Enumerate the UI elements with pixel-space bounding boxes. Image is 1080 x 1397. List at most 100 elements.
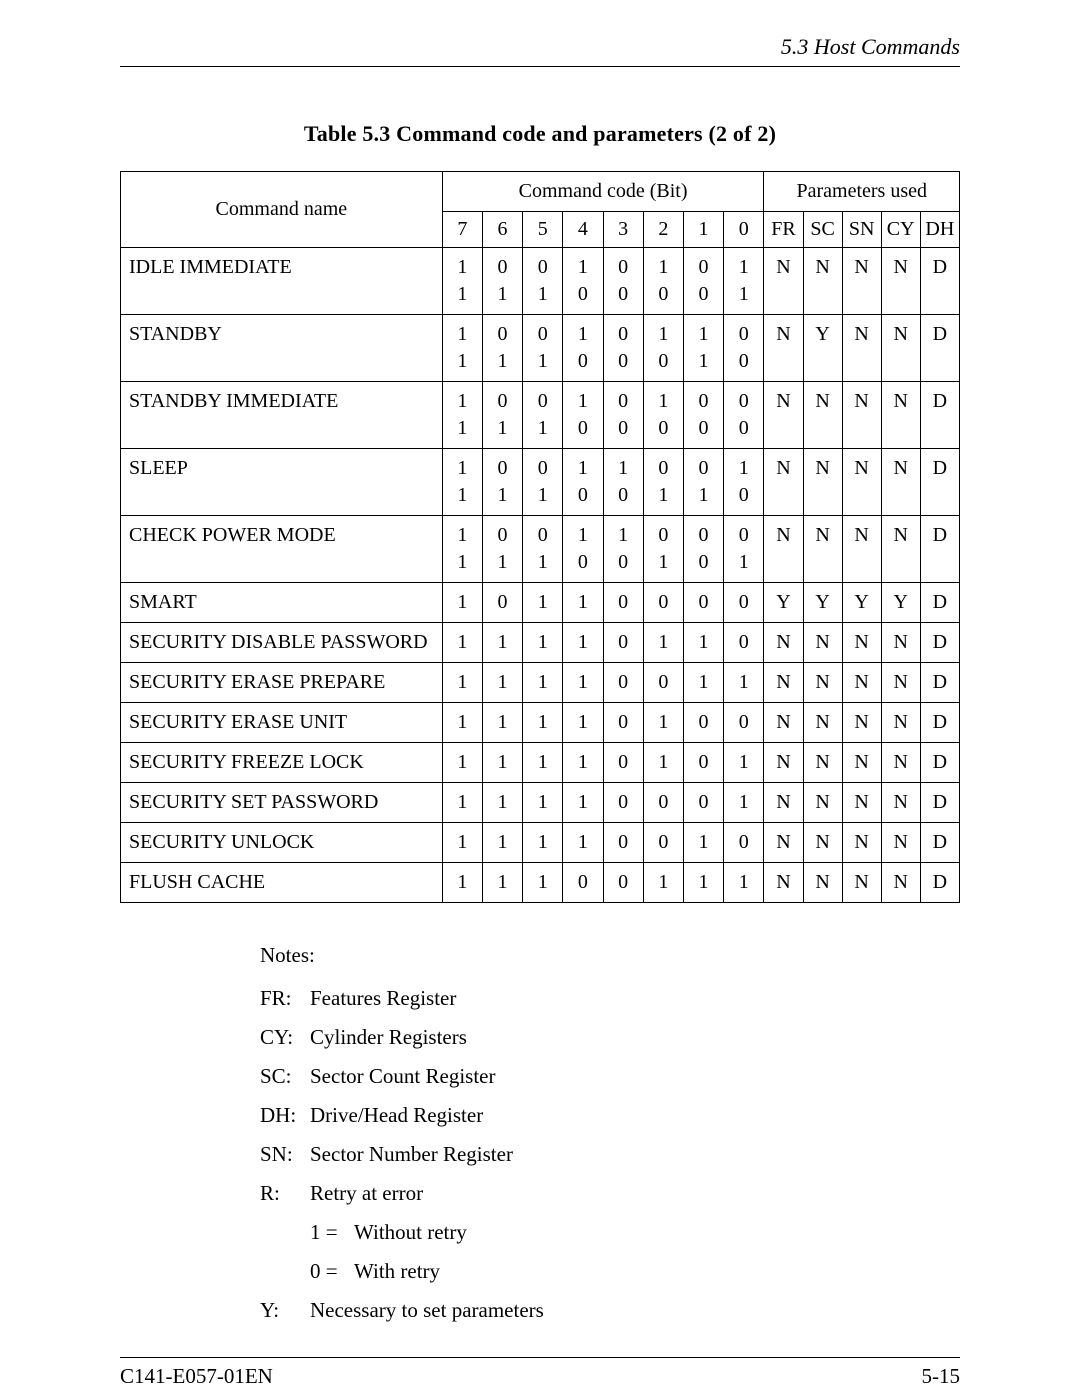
cell-bit: 1 bbox=[442, 863, 482, 903]
cell-param: N bbox=[881, 516, 920, 583]
cell-bit: 10 bbox=[643, 248, 683, 315]
cell-param: D bbox=[920, 315, 959, 382]
cell-bit: 0 bbox=[683, 743, 723, 783]
cell-param: N bbox=[842, 315, 881, 382]
cell-command-name: FLUSH CACHE bbox=[121, 863, 443, 903]
cell-param: N bbox=[764, 663, 803, 703]
th-bit-2: 2 bbox=[643, 212, 683, 248]
cell-param: D bbox=[920, 783, 959, 823]
cell-bit: 01 bbox=[482, 516, 522, 583]
cell-param: D bbox=[920, 823, 959, 863]
cell-bit: 0 bbox=[683, 583, 723, 623]
cell-param: N bbox=[764, 823, 803, 863]
cell-bit: 0 bbox=[724, 583, 764, 623]
notes-block: Notes: FR:Features RegisterCY:Cylinder R… bbox=[260, 943, 960, 1337]
th-bit-1: 1 bbox=[683, 212, 723, 248]
cell-bit: 1 bbox=[724, 863, 764, 903]
cell-bit: 11 bbox=[442, 315, 482, 382]
cell-command-name: SECURITY UNLOCK bbox=[121, 823, 443, 863]
cell-param: N bbox=[803, 449, 842, 516]
cell-bit: 01 bbox=[724, 516, 764, 583]
cell-command-name: IDLE IMMEDIATE bbox=[121, 248, 443, 315]
cell-bit: 00 bbox=[683, 382, 723, 449]
cell-param: N bbox=[764, 783, 803, 823]
th-command-name: Command name bbox=[121, 172, 443, 248]
cell-param: N bbox=[842, 516, 881, 583]
cell-param: N bbox=[764, 449, 803, 516]
cell-param: N bbox=[881, 863, 920, 903]
cell-bit: 10 bbox=[643, 382, 683, 449]
cell-param: D bbox=[920, 516, 959, 583]
cell-bit: 0 bbox=[643, 823, 683, 863]
cell-param: N bbox=[764, 248, 803, 315]
th-param-cy: CY bbox=[881, 212, 920, 248]
cell-bit: 1 bbox=[683, 823, 723, 863]
cell-bit: 11 bbox=[442, 449, 482, 516]
cell-bit: 1 bbox=[442, 623, 482, 663]
cell-command-name: SECURITY ERASE PREPARE bbox=[121, 663, 443, 703]
cell-param: N bbox=[881, 382, 920, 449]
cell-param: N bbox=[881, 823, 920, 863]
cell-param: N bbox=[881, 743, 920, 783]
cell-bit: 1 bbox=[523, 863, 563, 903]
th-bit-3: 3 bbox=[603, 212, 643, 248]
cell-bit: 10 bbox=[603, 516, 643, 583]
cell-bit: 0 bbox=[603, 863, 643, 903]
cell-param: Y bbox=[842, 583, 881, 623]
cell-command-name: SECURITY ERASE UNIT bbox=[121, 703, 443, 743]
cell-bit: 11 bbox=[442, 248, 482, 315]
cell-bit: 0 bbox=[563, 863, 603, 903]
cell-bit: 10 bbox=[603, 449, 643, 516]
th-bit-0: 0 bbox=[724, 212, 764, 248]
cell-command-name: SECURITY SET PASSWORD bbox=[121, 783, 443, 823]
cell-param: N bbox=[764, 516, 803, 583]
cell-bit: 01 bbox=[523, 315, 563, 382]
cell-param: D bbox=[920, 703, 959, 743]
cell-bit: 1 bbox=[683, 663, 723, 703]
cell-bit: 1 bbox=[563, 663, 603, 703]
table-row: SECURITY DISABLE PASSWORD11110110NNNND bbox=[121, 623, 960, 663]
cell-bit: 00 bbox=[724, 315, 764, 382]
cell-param: N bbox=[881, 449, 920, 516]
cell-bit: 1 bbox=[563, 583, 603, 623]
cell-bit: 1 bbox=[563, 783, 603, 823]
notes-label: Notes: bbox=[260, 943, 960, 968]
th-bit-4: 4 bbox=[563, 212, 603, 248]
cell-bit: 00 bbox=[603, 315, 643, 382]
note-key: R: bbox=[260, 1181, 310, 1206]
cell-command-name: SECURITY DISABLE PASSWORD bbox=[121, 623, 443, 663]
cell-bit: 0 bbox=[724, 823, 764, 863]
cell-bit: 1 bbox=[523, 623, 563, 663]
cell-bit: 0 bbox=[482, 583, 522, 623]
table-row: STANDBY1101011000101100NYNND bbox=[121, 315, 960, 382]
cell-bit: 0 bbox=[683, 703, 723, 743]
note-key: SN: bbox=[260, 1142, 310, 1167]
cell-param: N bbox=[803, 516, 842, 583]
cell-bit: 01 bbox=[523, 516, 563, 583]
cell-param: N bbox=[764, 623, 803, 663]
table-row: STANDBY IMMEDIATE1101011000100000NNNND bbox=[121, 382, 960, 449]
cell-command-name: SLEEP bbox=[121, 449, 443, 516]
cell-param: N bbox=[803, 623, 842, 663]
cell-param: N bbox=[842, 248, 881, 315]
cell-bit: 11 bbox=[442, 382, 482, 449]
cell-param: D bbox=[920, 743, 959, 783]
cell-param: N bbox=[803, 863, 842, 903]
cell-param: N bbox=[881, 248, 920, 315]
cell-bit: 1 bbox=[563, 623, 603, 663]
cell-bit: 1 bbox=[643, 623, 683, 663]
page-header: 5.3 Host Commands bbox=[120, 30, 960, 67]
note-value: Necessary to set parameters bbox=[310, 1298, 544, 1323]
cell-param: N bbox=[764, 743, 803, 783]
table-row: CHECK POWER MODE1101011010010001NNNND bbox=[121, 516, 960, 583]
note-sub-row: 0 =With retry bbox=[310, 1259, 960, 1284]
note-value: Features Register bbox=[310, 986, 456, 1011]
cell-command-name: SMART bbox=[121, 583, 443, 623]
cell-bit: 1 bbox=[643, 743, 683, 783]
cell-param: N bbox=[881, 663, 920, 703]
cell-bit: 1 bbox=[482, 823, 522, 863]
note-sub-row: 1 =Without retry bbox=[310, 1220, 960, 1245]
th-param-dh: DH bbox=[920, 212, 959, 248]
cell-bit: 1 bbox=[442, 703, 482, 743]
table-row: SECURITY FREEZE LOCK11110101NNNND bbox=[121, 743, 960, 783]
